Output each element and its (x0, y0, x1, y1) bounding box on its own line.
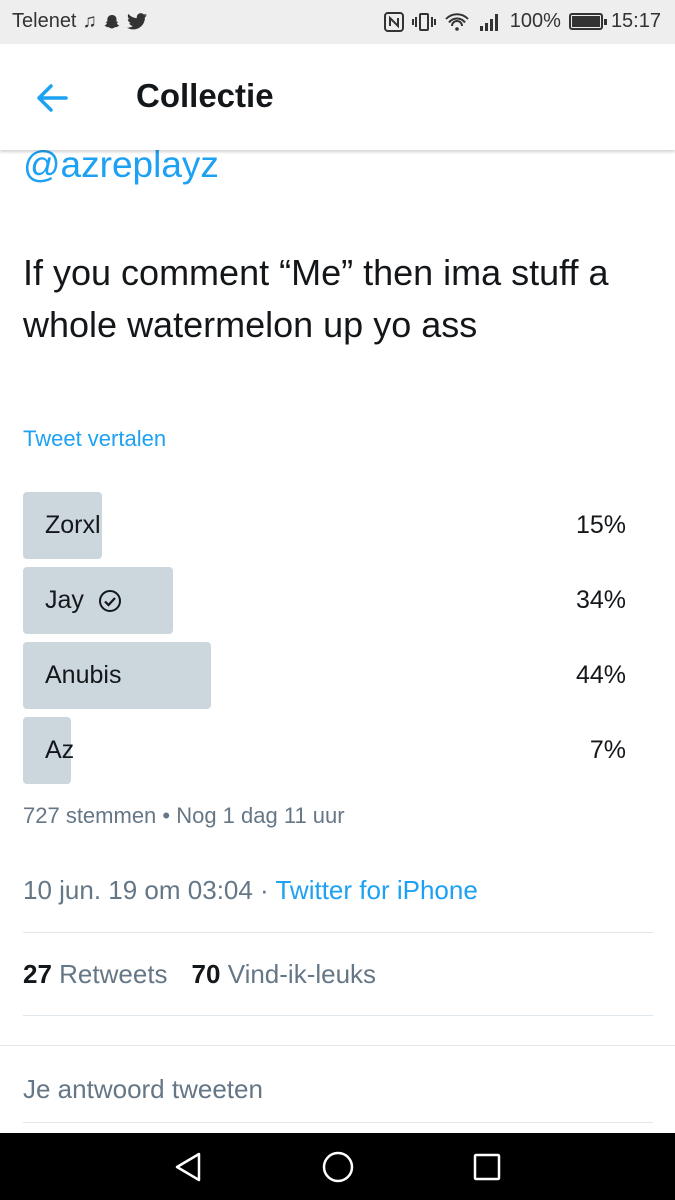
tweet-text: If you comment “Me” then ima stuff a who… (23, 252, 609, 345)
divider (23, 1015, 653, 1016)
timestamp-text: 10 jun. 19 om 03:04 · (23, 875, 276, 905)
retweets-label: Retweets (59, 959, 168, 989)
poll-option-text: Zorxl (45, 511, 101, 539)
poll-option-text: Jay (45, 586, 84, 614)
poll-option-percent: 34% (575, 586, 626, 614)
poll: Zorxl 15% Jay 34% Anubis 44% Az 7% (23, 492, 631, 792)
wifi-icon (445, 12, 469, 31)
page-title: Collectie (136, 77, 274, 114)
snapchat-icon (104, 14, 120, 28)
poll-option: Anubis 44% (23, 642, 631, 709)
likes-stat[interactable]: 70 Vind-ik-leuks (192, 959, 377, 990)
arrow-left-icon (37, 84, 68, 112)
tweet-stats: 27 Retweets 70 Vind-ik-leuks (23, 959, 376, 990)
likes-count: 70 (191, 959, 221, 989)
poll-option-percent: 15% (575, 511, 626, 539)
poll-option: Zorxl 15% (23, 492, 631, 559)
battery-percent: 100% (509, 10, 561, 32)
poll-option: Az 7% (23, 717, 631, 784)
translate-tweet-link[interactable]: Tweet vertalen (23, 426, 166, 452)
carrier-name: Telenet (12, 10, 77, 32)
nfc-icon (383, 11, 404, 32)
poll-option-label: Az (45, 736, 74, 765)
signal-icon (479, 13, 498, 31)
tweet-timestamp: 10 jun. 19 om 03:04 · Twitter for iPhone (23, 875, 478, 906)
poll-meta: 727 stemmen • Nog 1 dag 11 uur (23, 803, 345, 828)
likes-label: Vind-ik-leuks (227, 959, 377, 989)
retweets-count: 27 (23, 959, 52, 989)
back-button[interactable] (28, 74, 76, 122)
reply-bar: Je antwoord tweeten (0, 1045, 675, 1133)
music-note-icon: ♫ (82, 10, 97, 32)
twitter-bird-icon (126, 13, 147, 30)
poll-option-percent: 7% (589, 736, 626, 764)
status-bar: Telenet ♫ 100% 15:17 (0, 0, 675, 44)
app-header: Collectie (0, 44, 675, 150)
divider (23, 932, 653, 933)
tweet-source-link[interactable]: Twitter for iPhone (275, 875, 477, 905)
poll-option-label: Anubis (45, 661, 121, 690)
voted-check-icon (98, 589, 121, 612)
reply-input[interactable]: Je antwoord tweeten (23, 1074, 263, 1105)
poll-option-text: Az (45, 736, 75, 764)
reply-underline (23, 1122, 653, 1123)
nav-recents-button[interactable] (467, 1147, 507, 1187)
user-handle[interactable]: @azreplayz (23, 150, 219, 186)
nav-home-button[interactable] (318, 1147, 358, 1187)
battery-icon (568, 13, 607, 30)
status-right: 100% 15:17 (383, 10, 661, 33)
nav-back-button[interactable] (168, 1147, 208, 1187)
status-left: Telenet ♫ (12, 10, 147, 33)
poll-option: Jay 34% (23, 567, 631, 634)
tweet-detail: @azreplayz If you comment “Me” then ima … (0, 150, 675, 1045)
poll-option-text: Anubis (45, 661, 122, 689)
square-recents-icon (473, 1153, 501, 1181)
vibrate-icon (411, 12, 436, 31)
poll-option-label: Zorxl (45, 511, 101, 540)
clock: 15:17 (610, 10, 661, 32)
poll-option-percent: 44% (575, 661, 626, 689)
retweets-stat[interactable]: 27 Retweets (23, 959, 168, 990)
triangle-back-icon (175, 1152, 201, 1182)
system-nav-bar (0, 1133, 675, 1200)
poll-option-label: Jay (45, 586, 122, 615)
circle-home-icon (322, 1151, 354, 1183)
